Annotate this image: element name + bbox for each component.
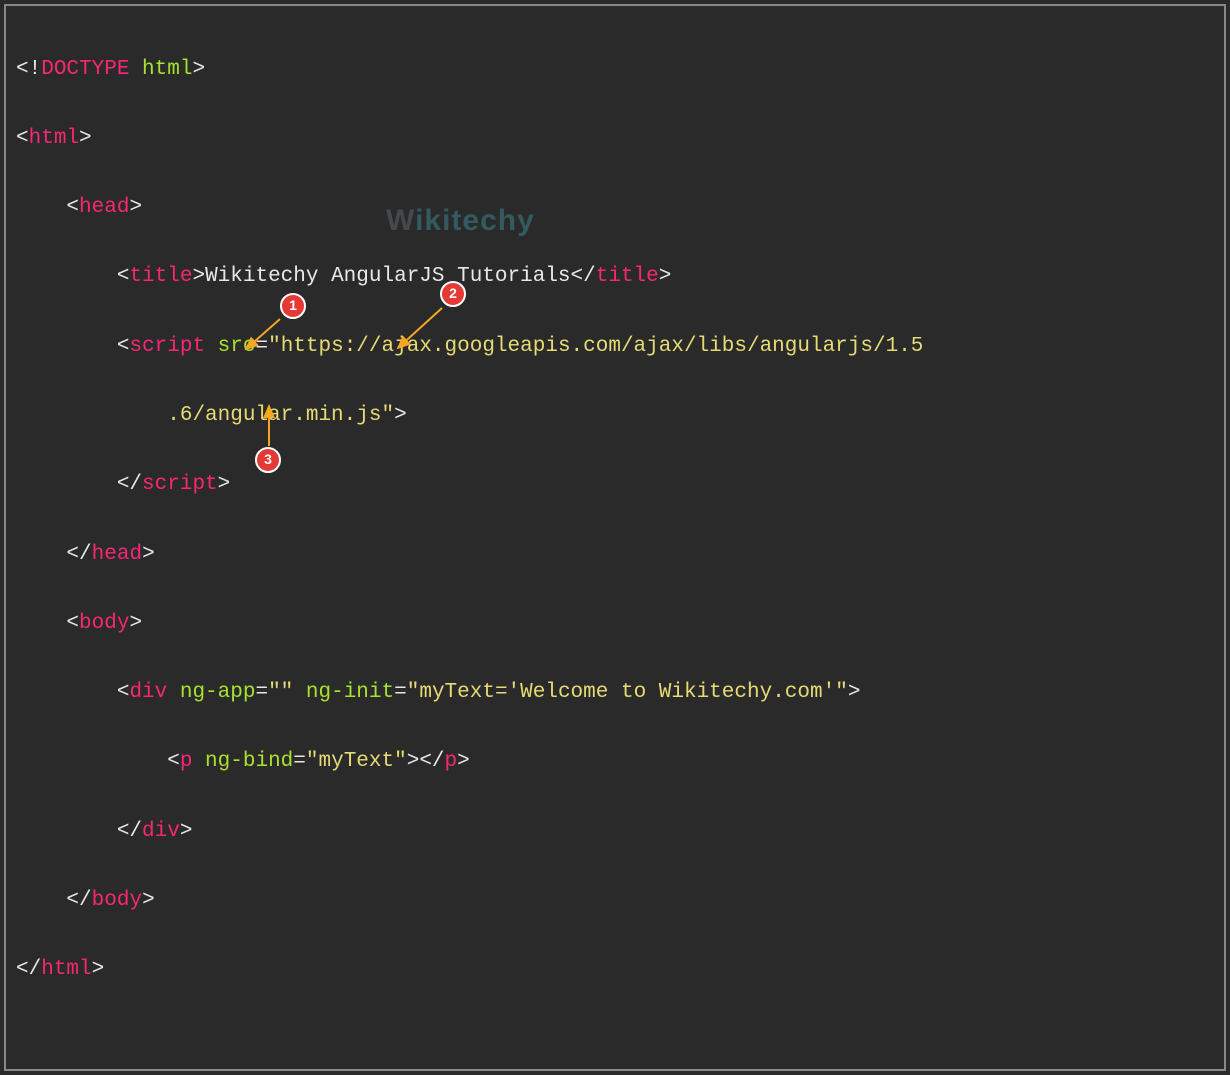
code-line-9: <body> [16, 607, 1214, 642]
code-line-14: </html> [16, 953, 1214, 988]
code-line-11: <p ng-bind="myText"></p> [16, 745, 1214, 780]
callout-3-label: 3 [264, 448, 272, 471]
code-line-3: <head> [16, 191, 1214, 226]
code-line-5: <script src="https://ajax.googleapis.com… [16, 330, 1214, 365]
callout-2-label: 2 [449, 282, 457, 305]
code-line-2: <html> [16, 122, 1214, 157]
code-line-12: </div> [16, 815, 1214, 850]
code-line-7: </script> [16, 468, 1214, 503]
callout-1-label: 1 [289, 294, 297, 317]
code-line-6: .6/angular.min.js"> [16, 399, 1214, 434]
callout-marker-3: 3 [255, 447, 281, 473]
code-line-4: <title>Wikitechy AngularJS Tutorials</ti… [16, 260, 1214, 295]
code-line-1: <!DOCTYPE html> [16, 53, 1214, 88]
callout-arrow-1 [240, 315, 284, 355]
code-area: <!DOCTYPE html> <html> <head> <title>Wik… [16, 18, 1214, 1057]
code-editor-frame: Wikitechy <!DOCTYPE html> <html> <head> … [4, 4, 1226, 1071]
callout-arrow-3 [260, 400, 280, 450]
code-line-10: <div ng-app="" ng-init="myText='Welcome … [16, 676, 1214, 711]
code-line-8: </head> [16, 538, 1214, 573]
callout-marker-2: 2 [440, 281, 466, 307]
callout-marker-1: 1 [280, 293, 306, 319]
callout-arrow-2 [392, 304, 446, 354]
code-line-13: </body> [16, 884, 1214, 919]
